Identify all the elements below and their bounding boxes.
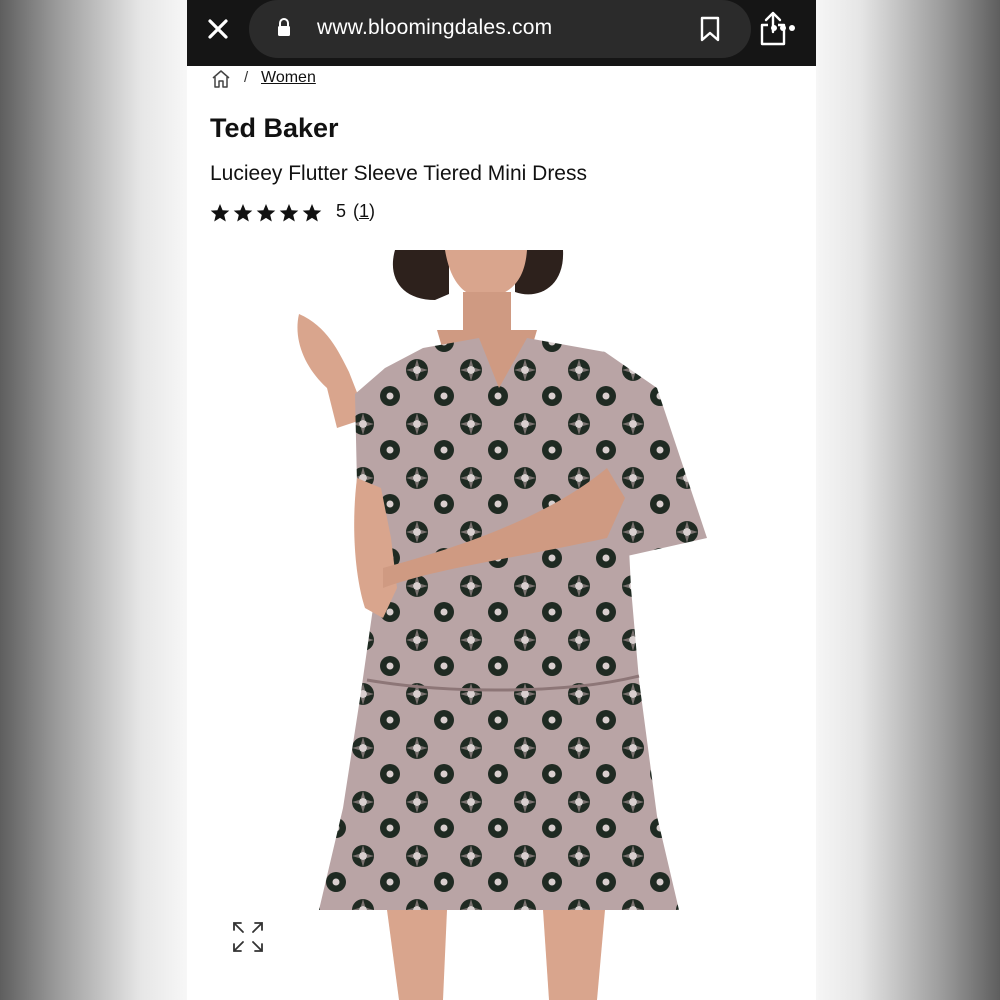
more-icon[interactable] [770, 24, 796, 32]
address-bar[interactable]: www.bloomingdales.com [249, 0, 786, 58]
star-rating-icon [210, 204, 322, 222]
home-icon[interactable] [211, 69, 231, 89]
product-title: Lucieey Flutter Sleeve Tiered Mini Dress [210, 162, 587, 185]
expand-icon[interactable] [231, 920, 265, 954]
phone-screen: www.bloomingdales.com / Women Ted Baker … [187, 0, 816, 1000]
url-text: www.bloomingdales.com [317, 16, 553, 39]
review-count-link[interactable]: (1) [353, 201, 375, 222]
browser-toolbar: www.bloomingdales.com [187, 0, 816, 66]
product-brand[interactable]: Ted Baker [210, 113, 339, 144]
product-photo[interactable] [187, 248, 816, 1000]
bookmark-icon[interactable] [699, 16, 721, 42]
background-left [0, 0, 187, 1000]
breadcrumb-link-women[interactable]: Women [261, 69, 316, 87]
lock-icon [278, 18, 290, 36]
background-right [813, 0, 1000, 1000]
breadcrumb-separator: / [244, 69, 249, 86]
close-icon[interactable] [203, 14, 233, 44]
rating-value: 5 [336, 201, 347, 221]
